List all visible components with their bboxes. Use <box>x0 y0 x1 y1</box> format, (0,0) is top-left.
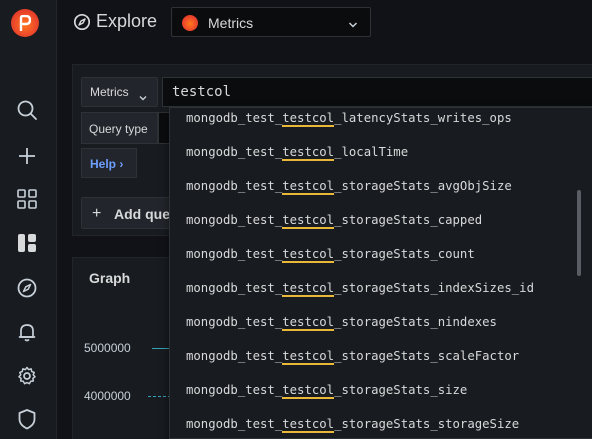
suggestion-suffix: _latencyStats_writes_ops <box>334 111 512 125</box>
suggestion-item[interactable]: mongodb_test_testcol_storageStats_count <box>186 247 475 263</box>
suggestion-match-highlight: testcol <box>282 383 335 399</box>
suggestion-suffix: _storageStats_nindexes <box>334 315 497 329</box>
graph-series-line <box>148 396 170 397</box>
suggestion-suffix: _localTime <box>334 145 409 159</box>
suggestion-prefix: mongodb_test_ <box>186 315 283 329</box>
dashboards-icon[interactable] <box>16 188 38 210</box>
suggestion-item[interactable]: mongodb_test_testcol_storageStats_nindex… <box>186 315 497 331</box>
query-input[interactable]: testcol <box>162 77 592 107</box>
suggestion-prefix: mongodb_test_ <box>186 247 283 261</box>
chevron-down-icon <box>348 17 358 28</box>
suggestion-match-highlight: testcol <box>282 315 335 331</box>
topbar: Explore Metrics <box>57 0 592 46</box>
shield-icon[interactable] <box>16 408 38 430</box>
suggestion-suffix: _storageStats_avgObjSize <box>334 179 512 193</box>
suggestion-match-highlight: testcol <box>282 281 335 297</box>
metrics-browser-label: Metrics <box>90 85 129 99</box>
suggestion-match-highlight: testcol <box>282 213 335 229</box>
bell-icon[interactable] <box>16 321 38 343</box>
suggestion-prefix: mongodb_test_ <box>186 383 283 397</box>
suggestion-item[interactable]: mongodb_test_testcol_storageStats_indexS… <box>186 281 534 297</box>
suggestion-match-highlight: testcol <box>282 145 335 161</box>
plus-icon[interactable] <box>16 145 38 167</box>
graph-title: Graph <box>89 270 131 286</box>
page-title: Explore <box>96 11 158 31</box>
suggestion-item[interactable]: mongodb_test_testcol_localTime <box>186 145 409 161</box>
datasource-label: Metrics <box>208 15 254 31</box>
suggestion-suffix: _storageStats_count <box>334 247 475 261</box>
compass-icon <box>73 13 91 31</box>
suggestion-item[interactable]: mongodb_test_testcol_latencyStats_writes… <box>186 111 512 127</box>
suggestion-prefix: mongodb_test_ <box>186 213 283 227</box>
sidebar <box>0 0 57 439</box>
suggestion-suffix: _storageStats_capped <box>334 213 483 227</box>
y-axis-tick-label: 4000000 <box>84 389 131 403</box>
chevron-down-icon <box>139 89 147 101</box>
suggestion-prefix: mongodb_test_ <box>186 417 283 431</box>
suggestion-suffix: _storageStats_scaleFactor <box>334 349 520 363</box>
graph-series-line <box>152 348 170 349</box>
suggestion-prefix: mongodb_test_ <box>186 281 283 295</box>
help-button[interactable]: Help › <box>81 148 137 178</box>
suggestion-suffix: _storageStats_size <box>334 383 468 397</box>
y-axis-tick-label: 5000000 <box>84 341 131 355</box>
suggestion-item[interactable]: mongodb_test_testcol_storageStats_capped <box>186 213 483 229</box>
suggestion-match-highlight: testcol <box>282 179 335 195</box>
suggestion-prefix: mongodb_test_ <box>186 179 283 193</box>
datasource-picker[interactable]: Metrics <box>171 7 371 37</box>
plus-icon: + <box>92 205 102 222</box>
search-icon[interactable] <box>16 99 38 121</box>
dropdown-scrollbar[interactable] <box>577 190 581 276</box>
datasource-logo-icon <box>182 15 198 31</box>
autocomplete-dropdown[interactable]: mongodb_test_testcol_latencyStats_writes… <box>169 107 592 439</box>
suggestion-suffix: _storageStats_indexSizes_id <box>334 281 534 295</box>
suggestion-item[interactable]: mongodb_test_testcol_storageStats_scaleF… <box>186 349 520 365</box>
gear-icon[interactable] <box>16 365 38 387</box>
query-type-label: Query type <box>81 112 158 144</box>
suggestion-match-highlight: testcol <box>282 417 335 433</box>
query-input-value: testcol <box>172 84 232 100</box>
suggestion-prefix: mongodb_test_ <box>186 111 283 125</box>
suggestion-item[interactable]: mongodb_test_testcol_storageStats_avgObj… <box>186 179 512 195</box>
compass-icon[interactable] <box>16 277 38 299</box>
suggestion-match-highlight: testcol <box>282 111 335 127</box>
app-logo-icon[interactable] <box>11 9 39 37</box>
suggestion-match-highlight: testcol <box>282 349 335 365</box>
suggestion-match-highlight: testcol <box>282 247 335 263</box>
suggestion-prefix: mongodb_test_ <box>186 145 283 159</box>
suggestion-prefix: mongodb_test_ <box>186 349 283 363</box>
suggestion-item[interactable]: mongodb_test_testcol_storageStats_size <box>186 383 468 399</box>
suggestion-suffix: _storageStats_storageSize <box>334 417 520 431</box>
help-label: Help › <box>90 157 124 171</box>
suggestion-item[interactable]: mongodb_test_testcol_storageStats_storag… <box>186 417 520 433</box>
metrics-browser-button[interactable]: Metrics <box>81 77 158 107</box>
explore-active-icon[interactable] <box>16 232 38 254</box>
